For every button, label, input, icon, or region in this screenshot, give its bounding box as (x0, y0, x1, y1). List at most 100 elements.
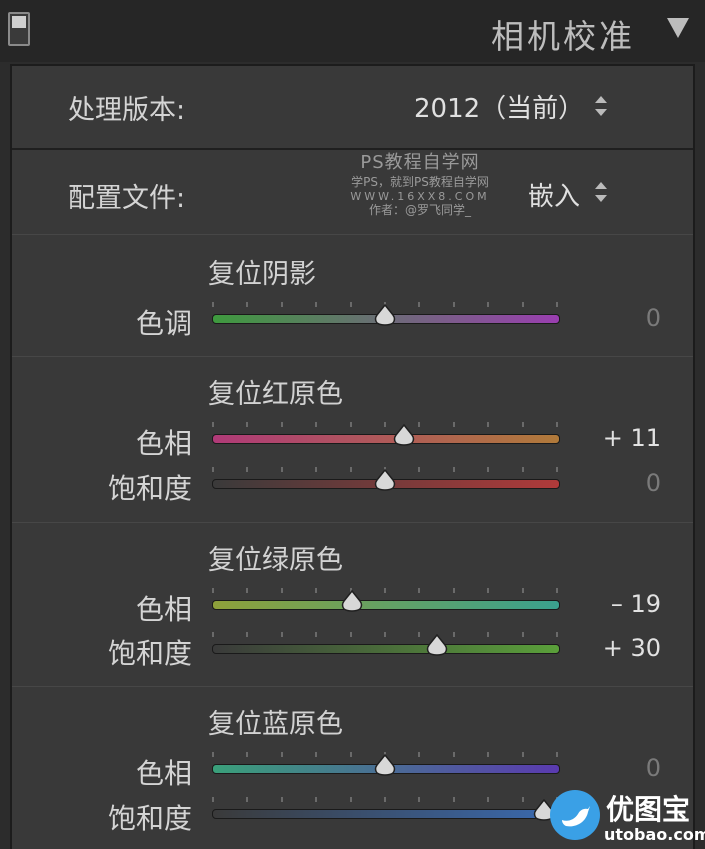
slider-tick (350, 797, 352, 802)
divider (12, 522, 693, 523)
slider-track[interactable] (212, 809, 560, 819)
slider-tick (281, 422, 283, 427)
slider-tick (418, 797, 420, 802)
slider-thumb[interactable] (372, 753, 398, 776)
slider-tick (246, 302, 248, 307)
slider-tick (522, 467, 524, 472)
divider (12, 356, 693, 357)
slider-tick (246, 797, 248, 802)
slider-tick (418, 302, 420, 307)
slider-tick (315, 467, 317, 472)
slider-tick (487, 588, 489, 593)
slider-tick (487, 797, 489, 802)
slider-ticks (212, 588, 558, 594)
slider-tick (350, 752, 352, 757)
slider-tick (453, 632, 455, 637)
slider-tick (281, 632, 283, 637)
slider-tick (212, 632, 214, 637)
green-hue-label: 色相 (135, 593, 192, 626)
watermark-line-2: 学PS，就到PS教程自学网 (351, 174, 489, 189)
slider-tick (246, 632, 248, 637)
slider-tick (522, 752, 524, 757)
process-version-updown-icon[interactable] (595, 96, 607, 116)
slider-thumb[interactable] (372, 468, 398, 491)
slider-tick (556, 422, 558, 427)
process-version-label: 处理版本: (68, 95, 186, 126)
slider-tick (281, 467, 283, 472)
bird-logo-icon (550, 790, 600, 840)
slider-tick (418, 467, 420, 472)
divider (12, 148, 693, 150)
slider-tick (556, 467, 558, 472)
slider-tick (418, 588, 420, 593)
toggle-knob (12, 16, 26, 28)
blue-saturation-label: 饱和度 (107, 802, 192, 835)
watermark-line-4: 作者：@罗飞同学_ (368, 203, 471, 218)
slider-tick (281, 302, 283, 307)
slider-tick (315, 797, 317, 802)
slider-tick (384, 797, 386, 802)
slider-track[interactable] (212, 434, 560, 444)
slider-thumb[interactable] (372, 303, 398, 326)
utobao-logo: 优图宝 utobao.com (550, 788, 705, 849)
slider-tick (350, 422, 352, 427)
slider-tick (453, 422, 455, 427)
slider-tick (418, 422, 420, 427)
slider-tick (315, 588, 317, 593)
slider-thumb[interactable] (339, 589, 365, 612)
slider-tick (522, 422, 524, 427)
reset-red-primary-button[interactable]: 复位红原色 (208, 372, 343, 411)
slider-tick (522, 302, 524, 307)
slider-tick (522, 588, 524, 593)
panel-content: 处理版本: 2012（当前） 配置文件: 嵌入 PS教程自学网 学PS，就到PS… (10, 64, 695, 849)
slider-tick (418, 632, 420, 637)
slider-tick (487, 302, 489, 307)
divider (12, 686, 693, 687)
profile-updown-icon[interactable] (595, 182, 607, 202)
blue-hue-value[interactable]: 0 (581, 754, 661, 782)
profile-label: 配置文件: (68, 183, 186, 214)
red-hue-label: 色相 (135, 427, 192, 460)
slider-tick (246, 422, 248, 427)
slider-tick (315, 752, 317, 757)
slider-tick (350, 302, 352, 307)
blue-hue-label: 色相 (135, 757, 192, 790)
logo-url: utobao.com (604, 825, 705, 844)
reset-green-primary-button[interactable]: 复位绿原色 (208, 538, 343, 577)
slider-tick (246, 752, 248, 757)
slider-tick (212, 467, 214, 472)
slider-tick (350, 632, 352, 637)
slider-tick (384, 588, 386, 593)
slider-thumb[interactable] (424, 633, 450, 656)
slider-tick (487, 632, 489, 637)
green-saturation-value[interactable]: + 30 (581, 634, 661, 662)
shadows-tint-value[interactable]: 0 (581, 304, 661, 332)
red-hue-value[interactable]: + 11 (581, 424, 661, 452)
slider-tick (246, 588, 248, 593)
slider-ticks (212, 422, 558, 428)
green-hue-value[interactable]: – 19 (581, 590, 661, 618)
profile-select[interactable]: 嵌入 (528, 176, 580, 213)
slider-track[interactable] (212, 644, 560, 654)
slider-track[interactable] (212, 600, 560, 610)
slider-tick (487, 422, 489, 427)
slider-tick (315, 632, 317, 637)
slider-tick (556, 752, 558, 757)
slider-ticks (212, 797, 558, 803)
red-saturation-value[interactable]: 0 (581, 469, 661, 497)
logo-text: 优图宝 (606, 793, 691, 826)
shadows-tint-label: 色调 (135, 307, 192, 340)
slider-tick (453, 588, 455, 593)
slider-thumb[interactable] (391, 423, 417, 446)
panel-toggle-switch[interactable] (8, 12, 30, 46)
reset-shadows-button[interactable]: 复位阴影 (208, 252, 316, 291)
collapse-triangle-icon[interactable] (667, 18, 689, 38)
slider-tick (418, 752, 420, 757)
process-version-select[interactable]: 2012（当前） (414, 88, 584, 125)
slider-tick (522, 797, 524, 802)
slider-tick (487, 467, 489, 472)
reset-blue-primary-button[interactable]: 复位蓝原色 (208, 702, 343, 741)
green-saturation-label: 饱和度 (107, 637, 192, 670)
slider-tick (315, 302, 317, 307)
watermark-line-3: WWW.16XX8.COM (350, 189, 490, 203)
